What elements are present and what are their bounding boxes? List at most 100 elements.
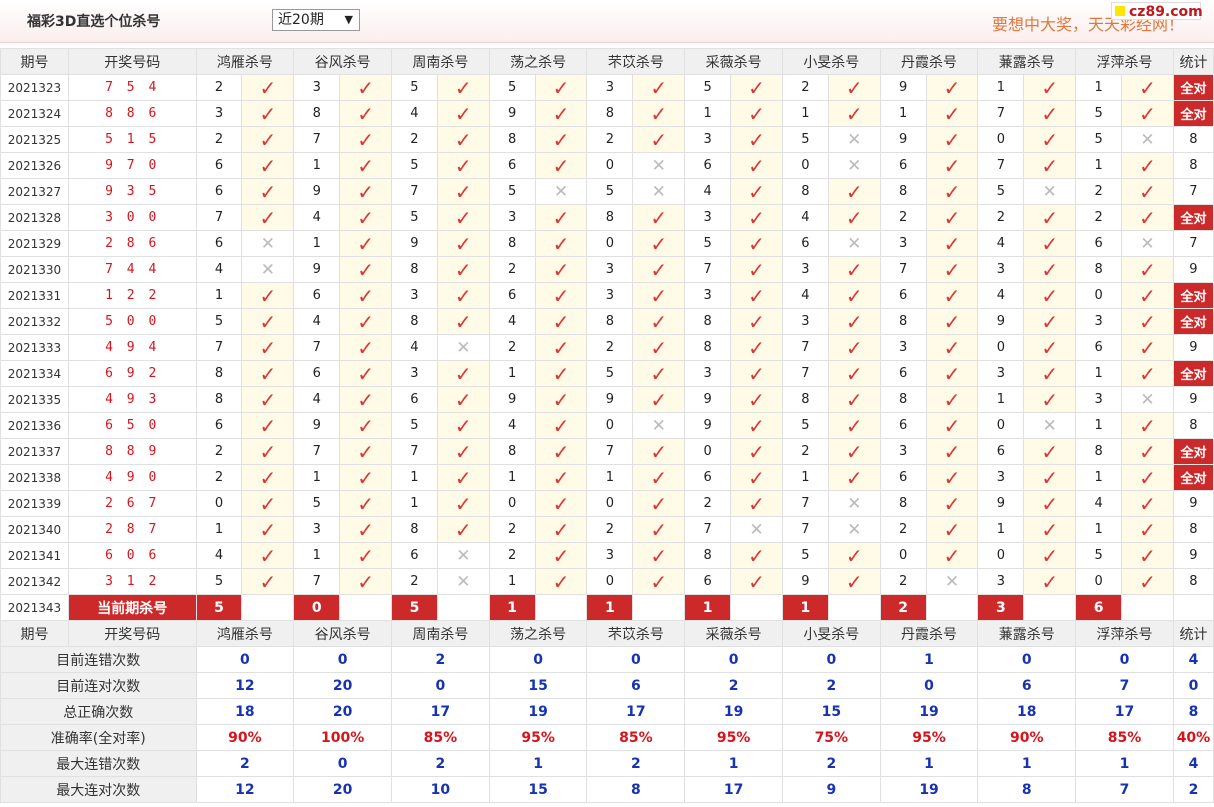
column-header-expert[interactable]: 采薇杀号 — [684, 48, 783, 75]
column-header-expert[interactable]: 荡之杀号 — [488, 620, 588, 647]
kill-number-cell: 3 — [879, 438, 927, 465]
check-icon: ✓ — [748, 179, 765, 204]
result-cell: ✓ — [730, 126, 783, 153]
result-cell: ✕ — [1121, 386, 1174, 413]
result-cell: ✓ — [827, 542, 881, 569]
kill-number-cell: 0 — [684, 438, 732, 465]
summary-value: 85% — [586, 724, 686, 751]
result-cell: ✓ — [534, 334, 588, 361]
check-icon: ✓ — [943, 517, 961, 542]
check-icon: ✓ — [748, 335, 765, 360]
column-header-expert[interactable]: 蒹露杀号 — [977, 620, 1077, 647]
kill-number-cell: 9 — [293, 178, 341, 205]
result-cell: ✓ — [241, 282, 295, 309]
result-cell: ✕ — [241, 256, 295, 283]
check-icon: ✓ — [943, 153, 961, 178]
result-cell: ✓ — [534, 152, 588, 179]
winning-number-cell: 6 0 6 — [67, 542, 197, 569]
check-icon: ✓ — [650, 335, 668, 360]
result-cell: ✓ — [827, 386, 881, 413]
check-icon: ✓ — [552, 543, 570, 568]
kill-number-cell: 1 — [293, 230, 341, 257]
kill-number-cell: 0 — [586, 412, 634, 439]
column-header-expert[interactable]: 周南杀号 — [391, 48, 490, 75]
check-icon: ✓ — [1041, 153, 1059, 178]
column-header-expert[interactable]: 丹霞杀号 — [879, 48, 979, 75]
column-header-expert[interactable]: 芣苡杀号 — [586, 48, 686, 75]
check-icon: ✓ — [1041, 205, 1059, 230]
winning-number-cell: 1 2 2 — [67, 282, 197, 309]
summary-value: 0 — [781, 646, 881, 673]
result-cell: ✕ — [1121, 126, 1174, 153]
period-cell: 2021341 — [0, 542, 69, 569]
result-cell: ✓ — [1121, 308, 1174, 335]
result-cell: ✓ — [1121, 178, 1174, 205]
column-header-expert[interactable]: 小旻杀号 — [781, 48, 881, 75]
range-select[interactable]: 近20期 ▼ — [272, 9, 360, 31]
result-cell: ✕ — [436, 542, 490, 569]
summary-stat: 0 — [1172, 672, 1214, 699]
column-header-expert[interactable]: 谷风杀号 — [293, 620, 393, 647]
result-cell: ✓ — [436, 516, 490, 543]
kill-number-cell: 8 — [879, 490, 927, 517]
result-cell: ✕ — [1121, 230, 1174, 257]
column-header-expert[interactable]: 谷风杀号 — [293, 48, 393, 75]
kill-number-cell: 1 — [488, 360, 536, 387]
result-cell: ✓ — [436, 438, 490, 465]
kill-number-cell: 1 — [1075, 360, 1123, 387]
check-icon: ✓ — [1041, 75, 1059, 100]
kill-number-cell: 8 — [195, 360, 243, 387]
column-header-expert[interactable]: 鸿雁杀号 — [195, 620, 295, 647]
check-icon: ✓ — [1041, 387, 1059, 412]
column-header-expert[interactable]: 采薇杀号 — [684, 620, 783, 647]
result-cell: ✓ — [534, 256, 588, 283]
check-icon: ✓ — [1139, 179, 1156, 204]
column-header-expert[interactable]: 浮萍杀号 — [1075, 620, 1174, 647]
summary-row: 目前连对次数 12 20 0 15 6 2 2 0 6 7 0 — [0, 672, 1214, 699]
summary-row-label: 最大连错次数 — [0, 750, 197, 777]
current-blank-cell — [534, 594, 588, 621]
summary-value: 1 — [977, 750, 1077, 777]
site-logo[interactable]: cz89.com — [1111, 2, 1203, 20]
logo-square-icon — [1115, 6, 1125, 16]
column-header-expert[interactable]: 鸿雁杀号 — [195, 48, 295, 75]
kill-number-cell: 8 — [488, 230, 536, 257]
column-header-expert[interactable]: 芣苡杀号 — [586, 620, 686, 647]
result-cell: ✓ — [827, 282, 881, 309]
result-cell: ✓ — [1121, 100, 1174, 127]
result-cell: ✓ — [925, 256, 979, 283]
column-header-expert[interactable]: 周南杀号 — [391, 620, 490, 647]
result-cell: ✓ — [827, 568, 881, 595]
summary-value: 0 — [879, 672, 979, 699]
winning-number-cell: 6 5 0 — [67, 412, 197, 439]
kill-number-cell: 9 — [977, 490, 1025, 517]
cross-icon: ✕ — [456, 337, 471, 358]
current-blank-cell — [925, 594, 979, 621]
kill-number-cell: 6 — [879, 464, 927, 491]
result-cell: ✓ — [241, 542, 295, 569]
result-cell: ✓ — [534, 230, 588, 257]
column-header-expert[interactable]: 荡之杀号 — [488, 48, 588, 75]
result-cell: ✕ — [827, 230, 881, 257]
kill-number-cell: 6 — [684, 464, 732, 491]
result-cell: ✕ — [827, 126, 881, 153]
summary-value: 0 — [488, 646, 588, 673]
result-cell: ✓ — [534, 308, 588, 335]
column-header-expert[interactable]: 浮萍杀号 — [1075, 48, 1174, 75]
kill-number-cell: 2 — [586, 334, 634, 361]
summary-value: 95% — [879, 724, 979, 751]
result-cell: ✓ — [534, 412, 588, 439]
check-icon: ✓ — [650, 231, 668, 256]
result-cell: ✓ — [827, 308, 881, 335]
summary-value: 95% — [488, 724, 588, 751]
summary-value: 2 — [781, 672, 881, 699]
check-icon: ✓ — [357, 465, 374, 490]
kill-number-cell: 1 — [977, 74, 1025, 101]
column-header-expert[interactable]: 小旻杀号 — [781, 620, 881, 647]
column-header-expert[interactable]: 蒹露杀号 — [977, 48, 1077, 75]
column-header-expert[interactable]: 丹霞杀号 — [879, 620, 979, 647]
result-cell: ✓ — [1023, 464, 1077, 491]
kill-number-cell: 1 — [1075, 516, 1123, 543]
result-cell: ✓ — [1121, 282, 1174, 309]
kill-number-cell: 7 — [195, 334, 243, 361]
